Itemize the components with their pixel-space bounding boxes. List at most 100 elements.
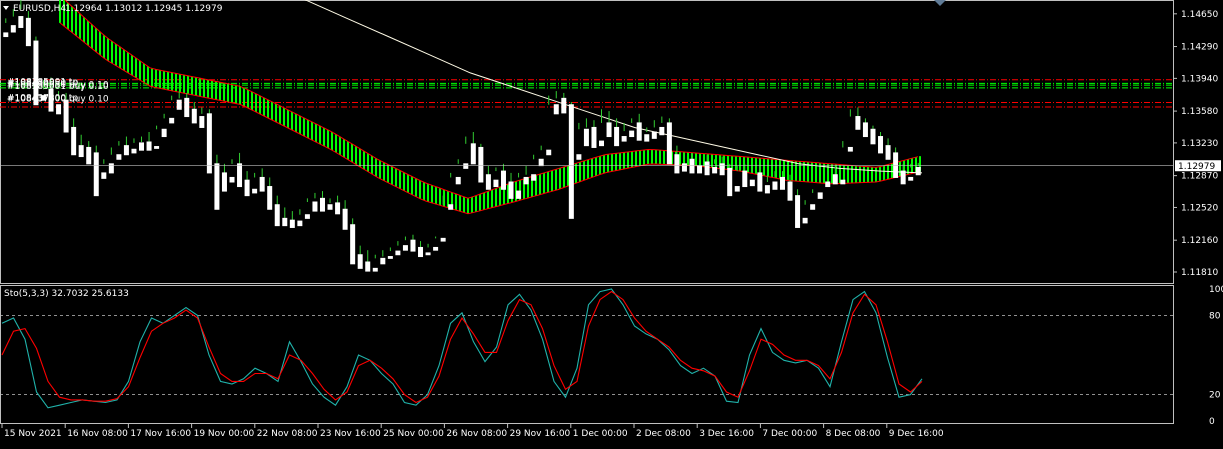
candle-body	[651, 131, 657, 139]
candle-body	[372, 267, 378, 272]
candle-body	[252, 188, 258, 194]
candle-body	[636, 122, 642, 141]
candle-body	[304, 214, 310, 219]
candle-body	[606, 122, 612, 138]
candle-body	[221, 172, 227, 192]
candle-body	[478, 146, 484, 183]
time-tick-label: 22 Nov 08:00	[257, 429, 318, 439]
candle-body	[847, 146, 853, 152]
time-tick-label: 16 Nov 08:00	[67, 429, 128, 439]
candle-body	[86, 146, 92, 165]
candle-body	[214, 163, 220, 210]
price-tick-label: 1.11810	[1181, 268, 1218, 278]
candle-body	[289, 219, 295, 228]
candle-body	[244, 179, 250, 197]
candle-body	[576, 154, 582, 160]
candle-body	[395, 250, 401, 256]
candle-body	[900, 170, 906, 185]
price-tick-label: 1.12160	[1181, 236, 1218, 246]
candle-body	[749, 179, 755, 187]
candle-body	[274, 204, 280, 227]
candle-body	[282, 217, 288, 227]
candle-body	[365, 261, 371, 272]
candle-body	[878, 136, 884, 154]
candle-body	[154, 146, 160, 149]
time-tick-label: 25 Nov 00:00	[383, 429, 444, 439]
candle-body	[810, 204, 816, 210]
candle-body	[139, 142, 145, 151]
candle-body	[681, 163, 687, 172]
candle-body	[357, 254, 363, 269]
time-tick-label: 15 Nov 2021	[4, 429, 62, 439]
candle-body	[319, 197, 325, 212]
candle-body	[704, 161, 710, 176]
candle-body	[342, 208, 348, 230]
symbol-header: EURUSD,H4 1.12964 1.13012 1.12945 1.1297…	[3, 4, 223, 14]
price-tick-label: 1.13940	[1181, 74, 1218, 84]
candle-body	[764, 185, 770, 194]
candle-body	[327, 204, 333, 210]
candle-body	[380, 257, 386, 265]
stochastic-tick-label: 20	[1209, 391, 1221, 401]
candle-body	[772, 181, 778, 190]
candle-body	[108, 163, 114, 174]
candle-body	[591, 126, 597, 148]
candle-body	[553, 104, 559, 115]
candle-body	[500, 170, 506, 190]
time-tick-label: 17 Nov 16:00	[130, 429, 191, 439]
candle-body	[870, 128, 876, 145]
candle-body	[689, 158, 695, 174]
candle-body	[433, 246, 439, 251]
candle-body	[546, 149, 552, 156]
order-label: #108437800 buy 0.10	[7, 94, 109, 104]
candle-body	[410, 239, 416, 252]
candle-body	[485, 174, 491, 190]
candle-body	[885, 145, 891, 160]
time-tick-label: 8 Dec 08:00	[826, 429, 881, 439]
candle-body	[63, 99, 69, 133]
candle-body	[523, 176, 529, 185]
candle-body	[659, 126, 665, 136]
candle-body	[440, 237, 446, 242]
candle-body	[674, 154, 680, 174]
candle-body	[335, 202, 341, 215]
candle-body	[621, 136, 627, 142]
price-tick-label: 1.13580	[1181, 107, 1218, 117]
candle-body	[93, 152, 99, 197]
candle-body	[666, 122, 672, 165]
price-tick-label: 1.12870	[1181, 172, 1218, 182]
time-tick-label: 3 Dec 16:00	[699, 429, 754, 439]
candle-body	[463, 163, 469, 169]
price-tick-label: 1.13230	[1181, 139, 1218, 149]
candle-body	[855, 116, 861, 130]
candle-body	[161, 128, 167, 138]
candle-body	[199, 116, 205, 128]
candle-body	[697, 165, 703, 174]
candle-body	[312, 201, 318, 212]
candle-body	[779, 176, 785, 190]
candle-body	[493, 179, 499, 188]
candle-body	[418, 246, 424, 258]
candle-body	[206, 113, 212, 174]
candle-body	[908, 176, 914, 181]
candle-body	[131, 148, 137, 154]
time-tick-label: 1 Dec 00:00	[573, 429, 628, 439]
candle-body	[568, 104, 574, 219]
candle-body	[3, 32, 9, 38]
candle-body	[614, 126, 620, 147]
order-labels: #108385001 tp#108430050 tp#108430050 buy…	[7, 78, 109, 105]
candle-body	[712, 166, 718, 174]
time-tick-label: 23 Nov 16:00	[320, 429, 381, 439]
candle-body	[71, 126, 77, 156]
candle-body	[101, 172, 107, 179]
chart-canvas[interactable]: #108385001 tp#108430050 tp#108430050 buy…	[0, 0, 1223, 445]
stochastic-tick-label: 80	[1209, 311, 1221, 321]
candle-body	[516, 190, 522, 199]
candle-body	[18, 16, 24, 28]
order-label: #108385001 buy 0.10	[7, 82, 109, 92]
candle-body	[832, 174, 838, 185]
price-tick-label: 1.14290	[1181, 43, 1218, 53]
candle-body	[350, 224, 356, 265]
candle-body	[893, 152, 899, 178]
current-price-marker: 1.12979	[1175, 160, 1221, 172]
